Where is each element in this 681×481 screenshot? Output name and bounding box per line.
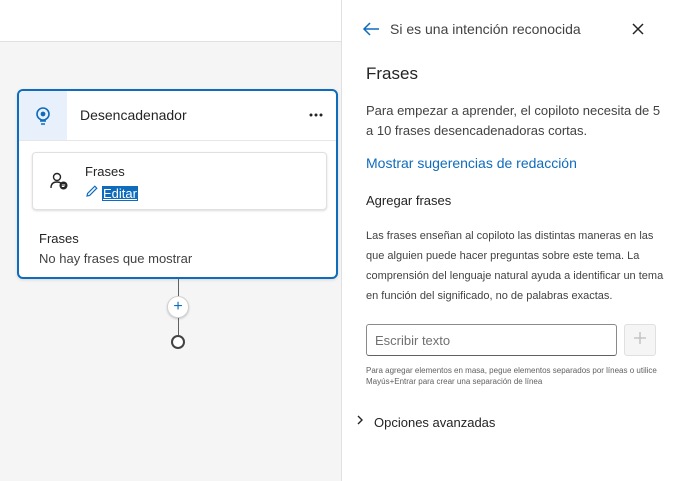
add-node-button[interactable]: + <box>167 296 189 318</box>
edit-phrases-link[interactable]: Editar <box>85 184 138 203</box>
close-icon[interactable] <box>630 21 646 42</box>
add-phrase-button[interactable] <box>624 324 656 356</box>
authoring-canvas: Desencadenador Frases Editar Frases No h… <box>0 0 341 481</box>
edit-link-label[interactable]: Editar <box>102 186 138 201</box>
panel-title: Frases <box>366 64 418 83</box>
connector-line <box>178 279 179 296</box>
person-chat-icon <box>49 171 69 196</box>
panel-description: Para empezar a aprender, el copiloto nec… <box>366 103 661 138</box>
trigger-node[interactable]: Desencadenador Frases Editar Frases No h… <box>17 89 338 279</box>
panel-breadcrumb: Si es una intención reconocida <box>390 21 581 37</box>
show-suggestions-link[interactable]: Mostrar sugerencias de redacción <box>366 155 577 171</box>
arrow-left-icon[interactable] <box>362 21 380 42</box>
chevron-right-icon <box>354 413 366 431</box>
canvas-toolbar <box>0 0 341 42</box>
phrases-help-text: Las frases enseñan al copiloto las disti… <box>366 230 664 302</box>
trigger-node-title: Desencadenador <box>80 107 187 123</box>
phrases-card[interactable]: Frases Editar <box>32 152 327 210</box>
phrases-card-title: Frases <box>85 164 125 179</box>
flow-end-node <box>171 335 185 349</box>
add-phrases-heading: Agregar frases <box>366 193 452 208</box>
advanced-options-toggle[interactable]: Opciones avanzadas <box>354 413 495 431</box>
phrase-input[interactable] <box>366 324 617 356</box>
phrases-empty-text: No hay frases que mostrar <box>39 251 193 266</box>
advanced-options-label: Opciones avanzadas <box>374 414 496 430</box>
plus-icon <box>632 330 648 351</box>
more-icon[interactable] <box>304 103 328 127</box>
pencil-icon <box>85 184 99 203</box>
trigger-node-header: Desencadenador <box>19 91 336 141</box>
connector-line <box>178 318 179 335</box>
trigger-bulb-icon <box>19 91 67 140</box>
phrases-section-title: Frases <box>39 231 79 246</box>
phrases-panel: Si es una intención reconocida Frases Pa… <box>341 0 681 481</box>
bulk-add-hint: Para agregar elementos en masa, pegue el… <box>366 366 657 386</box>
plus-icon: + <box>173 298 183 315</box>
